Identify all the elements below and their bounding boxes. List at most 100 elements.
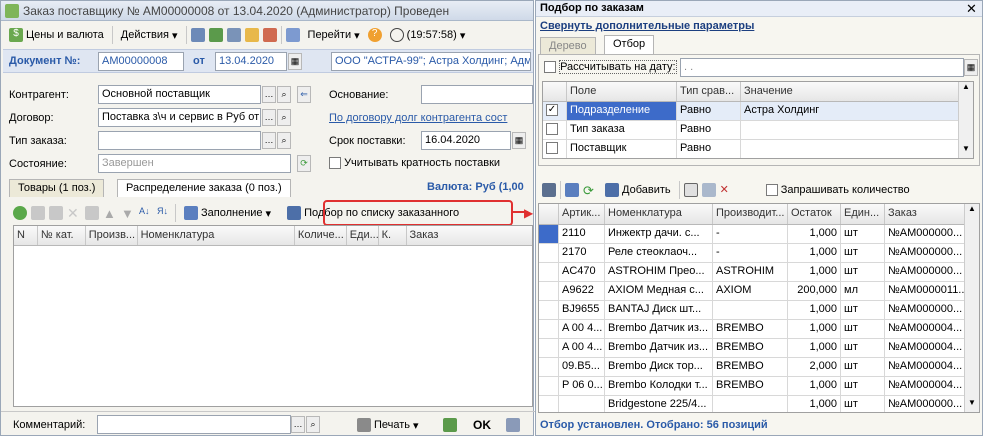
- search-icon[interactable]: ⌕: [306, 416, 320, 433]
- ok-button[interactable]: OK: [473, 418, 491, 432]
- end-edit-icon[interactable]: [85, 206, 99, 220]
- tab-goods[interactable]: Товары (1 поз.): [9, 179, 105, 197]
- copy-icon[interactable]: [31, 206, 45, 220]
- settings-icon[interactable]: [565, 183, 579, 197]
- status-field[interactable]: Завершен: [98, 154, 291, 173]
- go-menu[interactable]: Перейти ▾: [304, 25, 364, 45]
- column-header[interactable]: Артик...: [559, 204, 605, 224]
- prices-button[interactable]: $ Цены и валюта: [5, 25, 108, 45]
- calendar-icon[interactable]: ▦: [512, 132, 526, 149]
- filter-value[interactable]: [741, 140, 959, 158]
- table-row[interactable]: 2110 Инжектр дачи. с... -1,000 шт №АМ000000.…: [539, 225, 979, 244]
- refresh-icon[interactable]: ⟳: [297, 155, 311, 172]
- add-icon[interactable]: [13, 206, 27, 220]
- tab-tree[interactable]: Дерево: [540, 37, 596, 55]
- search-icon[interactable]: ⌕: [277, 109, 291, 126]
- arrow-left-icon[interactable]: ⇐: [297, 86, 311, 103]
- list-icon[interactable]: [542, 183, 556, 197]
- collapse-params-link[interactable]: Свернуть дополнительные параметры: [540, 20, 754, 32]
- organization-field[interactable]: ООО "АСТРА-99"; Астра Холдинг; Адми: [331, 52, 531, 71]
- column-header[interactable]: Заказ: [407, 226, 532, 245]
- create-based-icon[interactable]: [244, 28, 259, 42]
- scroll-up-icon[interactable]: ▲: [965, 204, 979, 218]
- scroll-up-icon[interactable]: ▲: [959, 82, 973, 96]
- filter-comparison[interactable]: Равно: [677, 102, 741, 120]
- column-header[interactable]: К.: [379, 226, 407, 245]
- calendar-icon[interactable]: ▦: [964, 59, 978, 76]
- filter-checkbox-cell[interactable]: ✓: [543, 102, 567, 120]
- tab-filter[interactable]: Отбор: [604, 35, 655, 55]
- ask-qty-checkbox[interactable]: Запрашивать количество: [765, 184, 910, 197]
- table-row[interactable]: AC470 ASTROHIM Прео... ASTROHIM 1,000 шт №АМ0…: [539, 263, 979, 282]
- close-doc-icon[interactable]: [226, 28, 241, 42]
- column-header[interactable]: Тип срав...: [677, 82, 741, 101]
- tab-distribution[interactable]: Распределение заказа (0 поз.): [117, 179, 291, 197]
- time-button[interactable]: (19:57:58) ▾: [386, 25, 470, 45]
- filter-value[interactable]: Астра Холдинг: [741, 102, 959, 120]
- filter-comparison[interactable]: Равно: [677, 121, 741, 139]
- scrollbar[interactable]: ▲ ▼: [964, 204, 979, 412]
- order-type-field[interactable]: [98, 131, 261, 150]
- checkbox[interactable]: [544, 61, 556, 74]
- help-icon[interactable]: ?: [367, 28, 382, 42]
- filter-row[interactable]: ✓ Подразделение Равно Астра Холдинг: [543, 102, 973, 121]
- filter-icon[interactable]: [683, 183, 698, 197]
- select-button[interactable]: …: [262, 109, 276, 126]
- filter-comparison[interactable]: Равно: [677, 140, 741, 158]
- filter-value[interactable]: [741, 121, 959, 139]
- table-row[interactable]: P 06 0... Brembo Колодки т... BREMBO 1,000 ш…: [539, 377, 979, 396]
- scroll-down-icon[interactable]: ▼: [959, 144, 973, 158]
- filter-row[interactable]: Тип заказа Равно: [543, 121, 973, 140]
- fill-menu[interactable]: Заполнение ▾: [180, 203, 275, 223]
- column-header[interactable]: Един...: [841, 204, 885, 224]
- filter-field[interactable]: Тип заказа: [567, 121, 677, 139]
- checkbox[interactable]: [329, 157, 341, 170]
- multiplicity-checkbox[interactable]: Учитывать кратность поставки: [329, 157, 500, 170]
- column-header[interactable]: № кат.: [38, 226, 86, 245]
- calc-on-date-checkbox[interactable]: Рассчитывать на дату:: [544, 60, 677, 74]
- select-button[interactable]: …: [291, 416, 305, 433]
- filter-field[interactable]: Подразделение: [567, 102, 677, 120]
- post-icon[interactable]: [443, 418, 457, 432]
- edit-icon[interactable]: [49, 206, 63, 220]
- filter-off-icon[interactable]: [701, 183, 716, 197]
- column-header[interactable]: Остаток: [788, 204, 841, 224]
- column-header[interactable]: Количе...: [295, 226, 347, 245]
- sort-asc-icon[interactable]: A↓: [139, 206, 153, 220]
- filter-field[interactable]: Поставщик: [567, 140, 677, 158]
- column-header[interactable]: Номенклатура: [605, 204, 713, 224]
- calendar-icon[interactable]: ▦: [288, 53, 302, 70]
- checkbox[interactable]: [765, 184, 778, 197]
- arrow-up-icon[interactable]: ▲: [103, 206, 117, 221]
- report-icon[interactable]: [285, 28, 300, 42]
- column-header[interactable]: Еди...: [347, 226, 379, 245]
- add-button[interactable]: Добавить: [601, 180, 675, 200]
- delete-icon[interactable]: ✕: [67, 206, 81, 220]
- column-header[interactable]: N: [14, 226, 38, 245]
- checkbox[interactable]: ✓: [546, 104, 558, 117]
- contract-field[interactable]: Поставка з\ч и сервис в Руб от 01.0: [98, 108, 261, 127]
- actions-menu[interactable]: Действия ▾: [117, 25, 182, 45]
- search-icon[interactable]: ⌕: [277, 86, 291, 103]
- refresh-icon[interactable]: ⟳: [583, 183, 597, 198]
- table-row[interactable]: BJ9655 BANTAJ Диск шт... 1,000 шт №АМ000000.…: [539, 301, 979, 320]
- table-row[interactable]: 09.B5... Brembo Диск тор... BREMBO 2,000 шт №…: [539, 358, 979, 377]
- save-icon[interactable]: [190, 28, 205, 42]
- structure-icon[interactable]: [262, 28, 277, 42]
- filter-row[interactable]: Поставщик Равно: [543, 140, 973, 158]
- table-row[interactable]: A 00 4... Brembo Датчик из... BREMBO 1,000 ш…: [539, 320, 979, 339]
- close-doc-icon[interactable]: [506, 418, 520, 432]
- table-row[interactable]: Bridgestone 225/4... 1,000 шт №АМ000000...: [539, 396, 979, 412]
- contractor-field[interactable]: Основной поставщик: [98, 85, 261, 104]
- basis-field[interactable]: [421, 85, 533, 104]
- doc-date-field[interactable]: 13.04.2020: [215, 52, 287, 71]
- table-row[interactable]: 2170 Реле стеоклаоч... -1,000 шт №АМ000000..…: [539, 244, 979, 263]
- table-row[interactable]: A 00 4... Brembo Датчик из... BREMBO 1,000 ш…: [539, 339, 979, 358]
- search-icon[interactable]: ⌕: [277, 132, 291, 149]
- sort-desc-icon[interactable]: Я↓: [157, 206, 171, 220]
- arrow-down-icon[interactable]: ▼: [121, 206, 135, 221]
- column-header[interactable]: Номенклатура: [138, 226, 295, 245]
- column-header[interactable]: Заказ: [885, 204, 966, 224]
- select-button[interactable]: …: [262, 86, 276, 103]
- select-button[interactable]: …: [262, 132, 276, 149]
